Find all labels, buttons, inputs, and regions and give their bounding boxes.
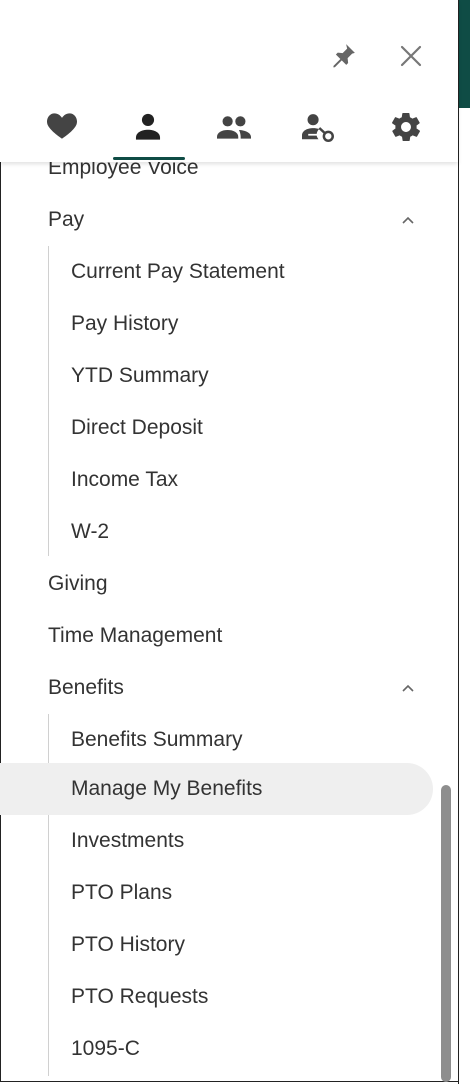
tab-favorites[interactable]	[27, 100, 97, 162]
panel-divider	[458, 0, 459, 1084]
nav-item-label: PTO History	[71, 933, 185, 956]
tab-settings[interactable]	[371, 100, 441, 162]
nav-item-manage-my-benefits[interactable]: Manage My Benefits	[0, 763, 262, 815]
nav-group-benefits[interactable]: Benefits	[0, 662, 458, 714]
nav-item-label: Investments	[71, 829, 185, 852]
app-header-edge	[459, 0, 470, 108]
nav-item-income-tax[interactable]: Income Tax	[0, 454, 178, 506]
heart-icon	[46, 113, 78, 139]
nav-item-current-pay-statement[interactable]: Current Pay Statement	[0, 246, 285, 298]
nav-item-label: PTO Requests	[71, 985, 209, 1008]
nav-item-label: Benefits Summary	[71, 728, 243, 751]
nav-item-label: Direct Deposit	[71, 416, 203, 439]
nav-label: Giving	[48, 572, 108, 595]
nav-item-label: Manage My Benefits	[71, 777, 263, 800]
tab-myself[interactable]	[113, 100, 183, 162]
menu-tabs	[0, 100, 458, 162]
person-key-icon	[302, 114, 334, 142]
nav-giving[interactable]: Giving	[0, 558, 108, 610]
nav-group-label: Pay	[48, 208, 85, 231]
nav-item-pto-requests[interactable]: PTO Requests	[0, 971, 208, 1023]
active-tab-indicator	[113, 157, 185, 160]
tab-my-team[interactable]	[199, 100, 269, 162]
nav-label: Time Management	[48, 624, 223, 647]
nav-item-w2[interactable]: W-2	[0, 506, 109, 558]
person-icon	[135, 113, 161, 140]
nav-item-pto-history[interactable]: PTO History	[0, 919, 185, 971]
nav-item-direct-deposit[interactable]: Direct Deposit	[0, 402, 203, 454]
gear-icon	[392, 112, 420, 142]
pin-button[interactable]	[325, 38, 361, 74]
scrollbar-thumb[interactable]	[441, 785, 451, 1082]
close-button[interactable]	[393, 38, 429, 74]
nav-group-label: Benefits	[48, 676, 124, 699]
nav-item-benefits-summary[interactable]: Benefits Summary	[0, 714, 243, 766]
nav-time-management[interactable]: Time Management	[0, 610, 222, 662]
nav-item-pay-history[interactable]: Pay History	[0, 298, 178, 350]
nav-group-pay[interactable]: Pay	[0, 194, 458, 246]
nav-item-label: 1095-C	[71, 1037, 140, 1060]
nav-item-ytd-summary[interactable]: YTD Summary	[0, 350, 209, 402]
chevron-up-icon	[399, 211, 417, 229]
pin-icon	[333, 44, 355, 68]
nav-item-pto-plans[interactable]: PTO Plans	[0, 867, 172, 919]
nav-item-label: Income Tax	[71, 468, 178, 491]
nav-item-investments[interactable]: Investments	[0, 815, 184, 867]
nav-item-label: PTO Plans	[71, 881, 173, 904]
nav-item-label: Pay History	[71, 312, 179, 335]
nav-item-label: YTD Summary	[71, 364, 209, 387]
menu-header	[0, 0, 458, 162]
navigation-menu: Employee Voice Pay Current Pay Statement…	[0, 150, 458, 1082]
nav-item-label: Current Pay Statement	[71, 260, 285, 283]
tab-security[interactable]	[285, 100, 355, 162]
nav-item-label: W-2	[71, 520, 110, 543]
nav-item-1095c[interactable]: 1095-C	[0, 1023, 140, 1075]
close-icon	[400, 45, 422, 67]
people-icon	[217, 116, 251, 139]
chevron-up-icon	[399, 679, 417, 697]
